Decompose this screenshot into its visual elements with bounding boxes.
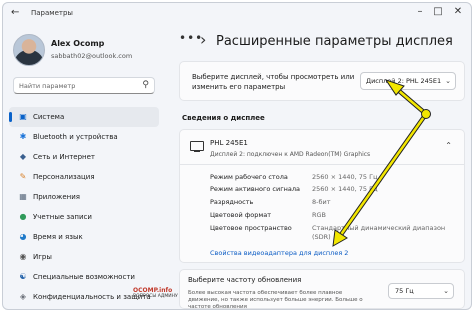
shield-icon: ◈ xyxy=(19,292,27,301)
info-value: 2560 × 1440, 75 Гц xyxy=(312,185,378,193)
refresh-rate-value: 75 Гц xyxy=(395,287,414,295)
watermark-tagline: ВОПРОСЫ АДМИНУ xyxy=(133,294,178,299)
search-icon[interactable]: ⚲ xyxy=(142,80,149,90)
monitor-header-card[interactable]: PHL 245E1 Дисплей 2: подключен к AMD Rad… xyxy=(179,129,465,165)
chevron-right-icon: › xyxy=(200,30,207,49)
sidebar-item-gaming[interactable]: ◉ Игры xyxy=(9,247,159,267)
user-name: Alex Ocomp xyxy=(51,39,105,48)
sidebar-item-label: Сеть и Интернет xyxy=(33,153,95,161)
sidebar-item-bluetooth[interactable]: ✱ Bluetooth и устройства xyxy=(9,127,159,147)
sidebar-item-system[interactable]: ▣ Система xyxy=(9,107,159,127)
info-value: 8-бит xyxy=(312,198,331,206)
info-label: Цветовой формат xyxy=(210,211,272,219)
sidebar-item-label: Приложения xyxy=(33,193,80,201)
refresh-rate-dropdown[interactable]: 75 Гц ⌄ xyxy=(388,283,454,299)
page-title: Расширенные параметры дисплея xyxy=(216,34,453,49)
monitor-description: Дисплей 2: подключен к AMD Radeon(TM) Gr… xyxy=(210,151,371,158)
sidebar-item-label: Специальные возможности xyxy=(33,273,135,281)
chevron-down-icon: ⌄ xyxy=(443,287,449,295)
close-button[interactable]: ✕ xyxy=(451,6,465,17)
accessibility-icon: ☯ xyxy=(19,272,27,281)
sidebar-item-label: Система xyxy=(33,113,65,121)
globe-icon: ◕ xyxy=(19,232,27,241)
sidebar-nav: ▣ Система ✱ Bluetooth и устройства ◆ Сет… xyxy=(9,107,159,307)
adapter-properties-link[interactable]: Свойства видеоадаптера для дисплея 2 xyxy=(210,249,348,257)
search-input[interactable] xyxy=(19,81,137,91)
display-info-card: Режим рабочего стола 2560 × 1440, 75 Гц … xyxy=(179,165,465,263)
user-email: sabbath02@outlook.com xyxy=(51,52,133,60)
sidebar-item-accessibility[interactable]: ☯ Специальные возможности xyxy=(9,267,159,287)
display-select-dropdown[interactable]: Дисплей 2: PHL 245E1 ⌄ xyxy=(360,72,456,90)
info-label: Режим рабочего стола xyxy=(210,173,288,181)
settings-window: ← Параметры – □ ✕ Alex Ocomp sabbath02@o… xyxy=(2,2,472,310)
sidebar-item-label: Bluetooth и устройства xyxy=(33,133,118,141)
minimize-button[interactable]: – xyxy=(413,6,427,17)
monitor-name: PHL 245E1 xyxy=(210,139,248,147)
apps-icon: ▦ xyxy=(19,192,27,201)
search-box[interactable]: ⚲ xyxy=(13,77,155,94)
sidebar-item-label: Персонализация xyxy=(33,173,95,181)
sidebar-item-personalization[interactable]: ✎ Персонализация xyxy=(9,167,159,187)
app-title: Параметры xyxy=(31,9,73,17)
refresh-rate-card: Выберите частоту обновления Более высока… xyxy=(179,269,465,309)
chevron-down-icon: ⌄ xyxy=(445,77,451,85)
refresh-rate-description: Более высокая частота обеспечивает более… xyxy=(188,290,363,310)
info-value: 2560 × 1440, 75 Гц xyxy=(312,173,378,181)
gamepad-icon: ◉ xyxy=(19,252,27,261)
person-icon: ● xyxy=(19,212,27,221)
display-select-card: Выберите дисплей, чтобы просмотреть или … xyxy=(179,61,465,101)
sidebar-item-network[interactable]: ◆ Сеть и Интернет xyxy=(9,147,159,167)
monitor-icon xyxy=(190,141,204,153)
info-value: RGB xyxy=(312,211,327,219)
sidebar-item-label: Игры xyxy=(33,253,52,261)
maximize-button[interactable]: □ xyxy=(431,6,445,17)
info-label: Режим активного сигнала xyxy=(210,185,300,193)
display-select-value: Дисплей 2: PHL 245E1 xyxy=(366,77,442,85)
brush-icon: ✎ xyxy=(19,172,27,181)
watermark-brand: OCOMP.info xyxy=(133,287,173,294)
bluetooth-icon: ✱ xyxy=(19,132,27,141)
info-label: Разрядность xyxy=(210,198,254,206)
back-arrow-icon[interactable]: ← xyxy=(11,7,19,18)
sidebar-item-label: Учетные записи xyxy=(33,213,92,221)
refresh-rate-title: Выберите частоту обновления xyxy=(188,276,302,284)
info-value: Стандартный динамический диапазон (SDR) xyxy=(312,224,446,241)
chevron-up-icon[interactable]: ⌃ xyxy=(445,141,452,150)
info-label: Цветовое пространство xyxy=(210,224,292,232)
title-bar: ← Параметры – □ ✕ xyxy=(3,3,471,25)
sidebar-item-time-language[interactable]: ◕ Время и язык xyxy=(9,227,159,247)
monitor-icon: ▣ xyxy=(19,112,27,121)
section-heading: Сведения о дисплее xyxy=(182,114,265,122)
avatar[interactable] xyxy=(13,34,45,66)
watermark-logo: OCOMP.info ВОПРОСЫ АДМИНУ xyxy=(133,287,178,299)
sidebar-item-accounts[interactable]: ● Учетные записи xyxy=(9,207,159,227)
sidebar-item-apps[interactable]: ▦ Приложения xyxy=(9,187,159,207)
wifi-icon: ◆ xyxy=(19,152,27,161)
sidebar-item-label: Время и язык xyxy=(33,233,83,241)
display-select-prompt: Выберите дисплей, чтобы просмотреть или … xyxy=(192,73,355,91)
